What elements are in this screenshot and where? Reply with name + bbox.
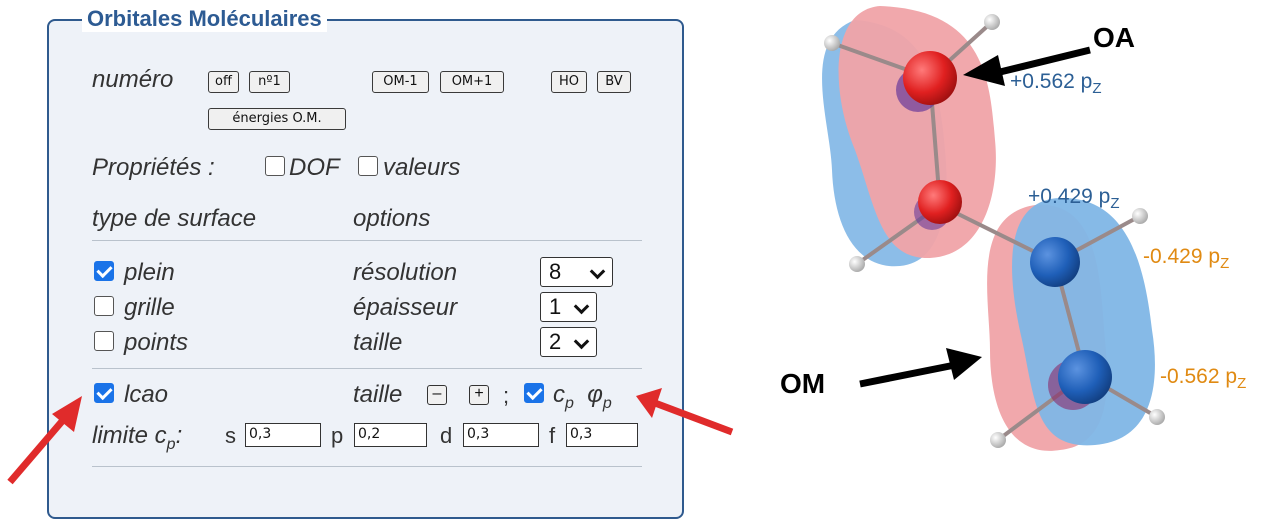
- black-arrowhead-om: [946, 348, 982, 380]
- coefficient-label-2: +0.429 pZ: [1028, 185, 1120, 216]
- coefficient-label-4: -0.562 pZ: [1160, 365, 1246, 396]
- orbital-symbol: p: [1098, 185, 1111, 208]
- coefficient-label-3: -0.429 pZ: [1143, 245, 1229, 276]
- coefficient-value: +0.562: [1010, 70, 1075, 93]
- oa-label: OA: [1093, 22, 1135, 53]
- blue-atom: [1058, 350, 1112, 404]
- hydrogen-atom: [1149, 409, 1165, 425]
- orbital-subscript: Z: [1220, 255, 1230, 272]
- black-arrow-oa: [999, 46, 1091, 76]
- coefficient-value: +0.429: [1028, 185, 1093, 208]
- om-label: OM: [780, 368, 826, 399]
- orbital-subscript: Z: [1237, 375, 1247, 392]
- red-atom: [918, 180, 962, 224]
- hydrogen-atom: [1132, 208, 1148, 224]
- hydrogen-atom: [990, 432, 1006, 448]
- blue-atom: [1030, 237, 1080, 287]
- red-atom: [903, 51, 957, 105]
- orbital-symbol: p: [1208, 245, 1221, 268]
- hydrogen-atom: [824, 35, 840, 51]
- orbital-subscript: Z: [1110, 195, 1120, 212]
- red-arrow-cp: [653, 399, 734, 436]
- black-arrow-om: [859, 360, 961, 388]
- orbital-subscript: Z: [1092, 80, 1102, 97]
- coefficient-label-1: +0.562 pZ: [1010, 70, 1102, 101]
- hydrogen-atom: [849, 256, 865, 272]
- orbital-symbol: p: [1080, 70, 1093, 93]
- red-arrow-lcao: [7, 409, 73, 485]
- hydrogen-atom: [984, 14, 1000, 30]
- orbital-symbol: p: [1225, 365, 1238, 388]
- coefficient-value: -0.562: [1160, 365, 1220, 388]
- coefficient-value: -0.429: [1143, 245, 1203, 268]
